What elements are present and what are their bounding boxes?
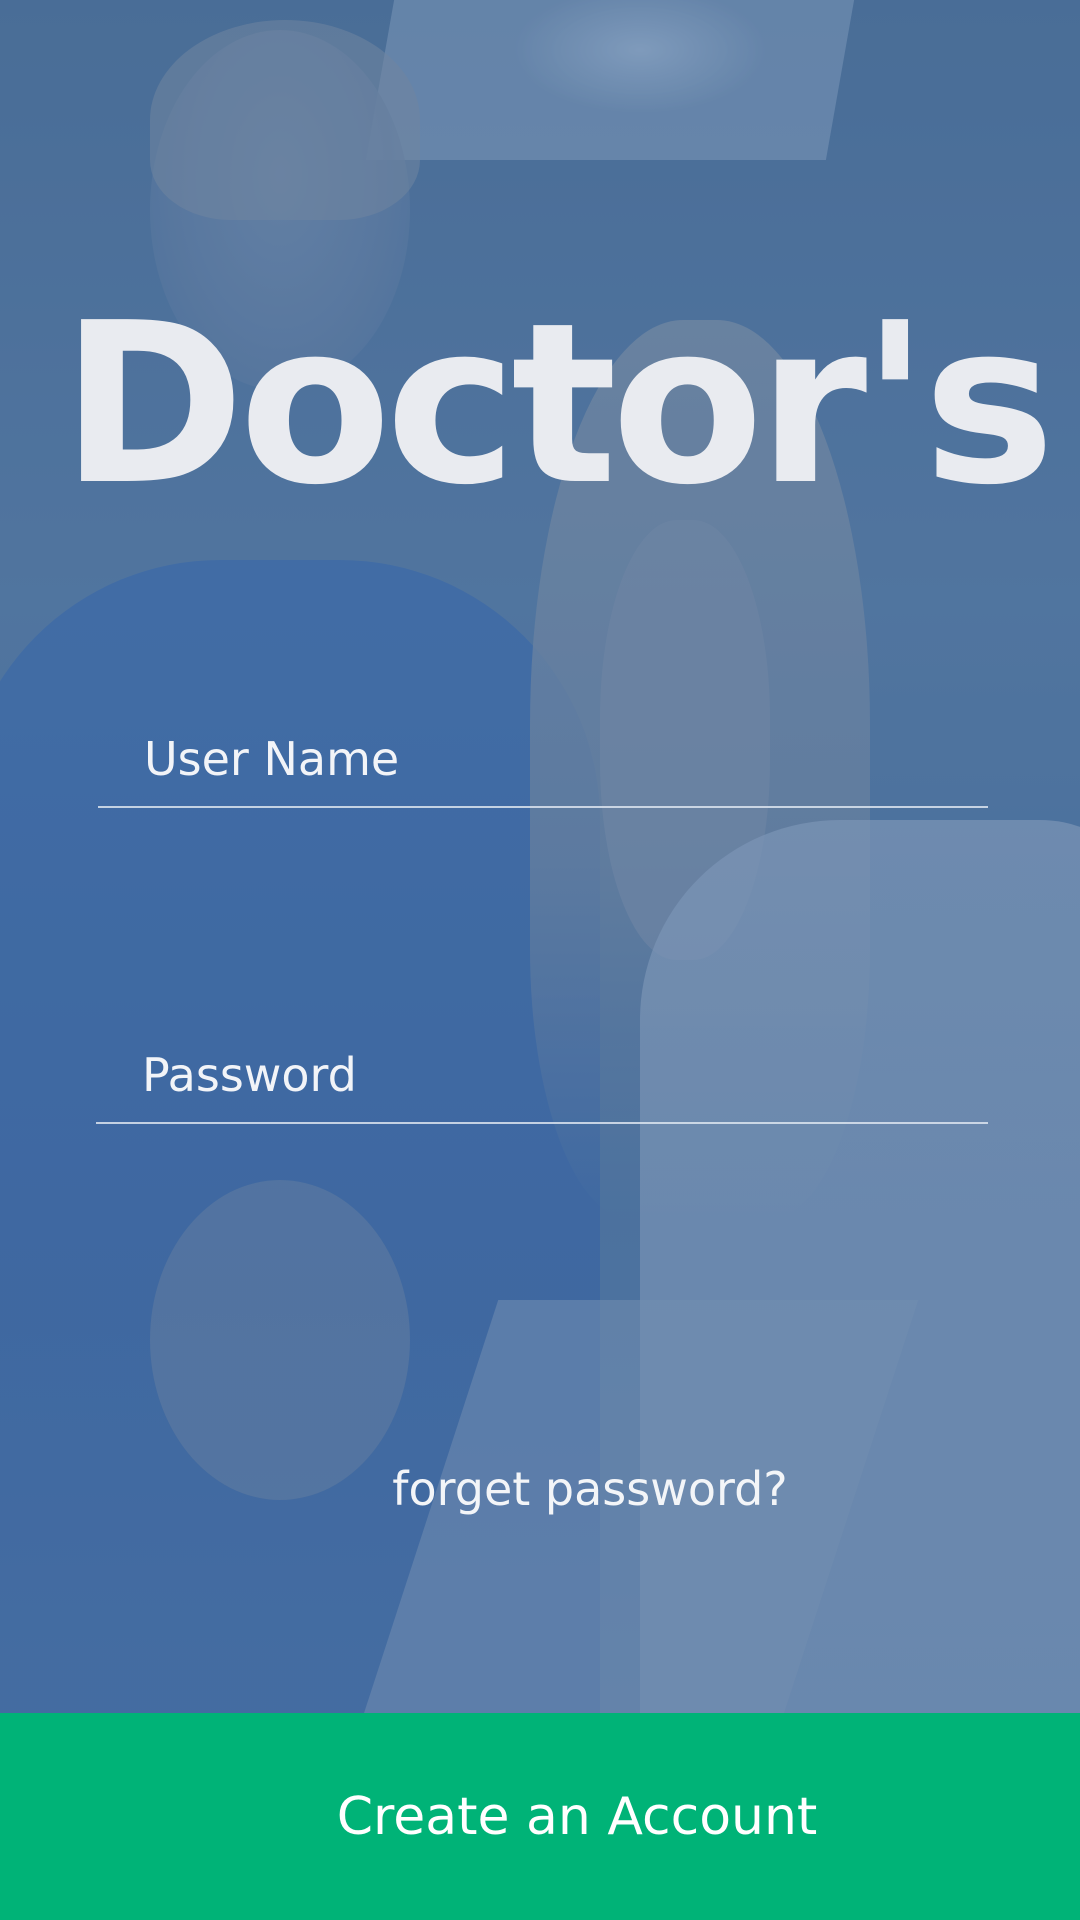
password-input[interactable] [96, 1048, 988, 1122]
username-field [98, 732, 988, 808]
username-input[interactable] [98, 732, 988, 806]
color-overlay [0, 0, 1080, 1713]
password-field [96, 1048, 988, 1124]
app-title: Doctor's [60, 276, 1056, 534]
login-screen: Doctor's forget password? Create an Acco… [0, 0, 1080, 1920]
create-account-button[interactable]: Create an Account [0, 1713, 1080, 1920]
forgot-password-link[interactable]: forget password? [0, 1462, 1080, 1516]
